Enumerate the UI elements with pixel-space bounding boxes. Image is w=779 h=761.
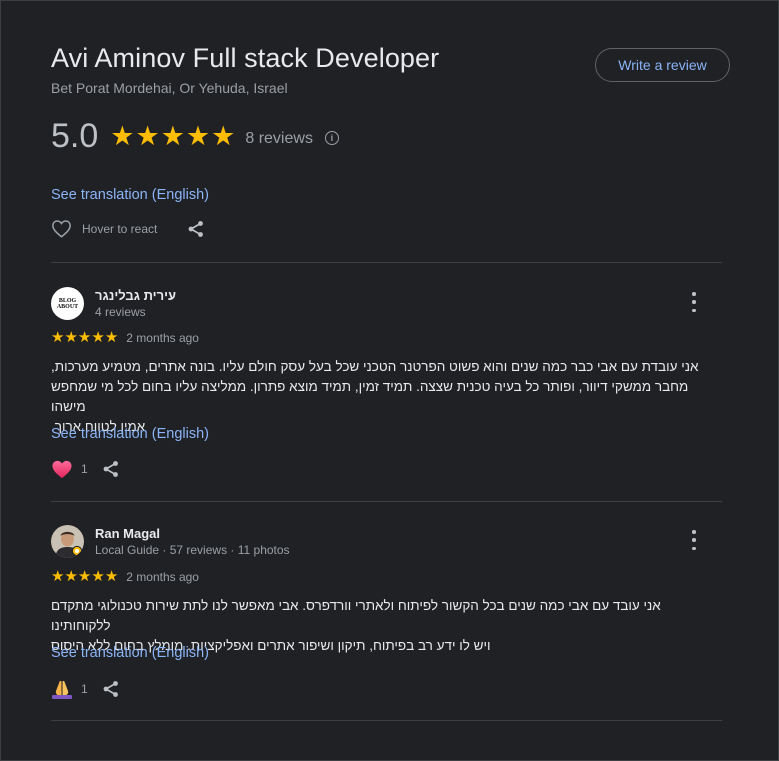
react-row: Hover to react — [51, 219, 205, 238]
divider — [51, 262, 722, 263]
average-rating: 5.0 — [51, 117, 99, 155]
reaction-count: 1 — [81, 682, 88, 696]
review-time: 2 months ago — [126, 569, 199, 584]
divider — [51, 720, 722, 721]
star-icon: ★ — [104, 568, 119, 585]
star-icon: ★ — [185, 121, 211, 151]
reaction-count: 1 — [81, 462, 88, 476]
star-icon: ★ — [77, 329, 92, 346]
more-options-icon[interactable] — [686, 530, 702, 550]
avatar[interactable] — [51, 525, 84, 558]
star-icon: ★ — [77, 568, 92, 585]
share-icon[interactable] — [102, 460, 120, 478]
star-icon: ★ — [135, 121, 160, 151]
reviewer-name[interactable]: עירית גבלינגר — [95, 288, 176, 303]
review-panel: Avi Aminov Full stack Developer Bet Pora… — [0, 0, 779, 761]
star-icon: ★ — [51, 329, 65, 346]
star-icon: ★ — [91, 568, 105, 585]
share-icon[interactable] — [187, 220, 205, 238]
reviewer-name[interactable]: Ran Magal — [95, 526, 160, 541]
reaction-row: 1 — [51, 678, 120, 700]
see-translation-link[interactable]: See translation (English) — [51, 426, 209, 442]
reviewer-meta: Local Guide · 57 reviews · 11 photos — [95, 543, 290, 557]
heart-emoji-icon[interactable] — [51, 459, 73, 479]
praying-hands-emoji-icon[interactable] — [51, 678, 73, 700]
star-icon: ★ — [51, 568, 65, 585]
star-icon: ★ — [160, 121, 185, 151]
share-icon[interactable] — [102, 680, 120, 698]
star-icon: ★ — [91, 329, 105, 346]
review-card: Ran Magal Local Guide · 57 reviews · 11 … — [51, 525, 722, 705]
star-icon: ★ — [104, 329, 119, 346]
more-options-icon[interactable] — [686, 292, 702, 312]
reviewer-meta: 4 reviews — [95, 305, 146, 319]
place-title: Avi Aminov Full stack Developer — [51, 43, 440, 73]
place-address: Bet Porat Mordehai, Or Yehuda, Israel — [51, 80, 288, 96]
review-card: BLOG ABOUT עירית גבלינגר 4 reviews ★ ★ ★… — [51, 287, 722, 487]
review-rating: ★ ★ ★ ★ ★ 2 months ago — [51, 569, 199, 584]
star-icon: ★ — [110, 121, 135, 151]
review-text-line: מחבר ממשקי דיוור, ופותר כל בעיה טכנית שצ… — [51, 379, 689, 414]
avatar-text: ABOUT — [56, 303, 79, 310]
review-text: אני עובדת עם אבי כבר כמה שנים והוא פשוט … — [51, 357, 702, 437]
star-icon: ★ — [64, 329, 78, 346]
star-icon: ★ — [64, 568, 78, 585]
hover-to-react-label: Hover to react — [82, 221, 158, 236]
review-time: 2 months ago — [126, 330, 199, 345]
divider — [51, 501, 722, 502]
heart-icon[interactable] — [51, 219, 72, 238]
review-count: 8 reviews — [245, 129, 313, 147]
rating-stars: ★ ★ ★ ★ ★ — [110, 123, 235, 150]
see-translation-link[interactable]: See translation (English) — [51, 645, 209, 661]
review-rating: ★ ★ ★ ★ ★ 2 months ago — [51, 330, 199, 345]
write-review-button[interactable]: Write a review — [595, 48, 730, 82]
info-icon[interactable]: i — [324, 130, 339, 145]
avatar[interactable]: BLOG ABOUT — [51, 287, 84, 320]
rating-summary: 5.0 ★ ★ ★ ★ ★ 8 reviews i — [51, 117, 339, 156]
see-translation-link[interactable]: See translation (English) — [51, 187, 209, 203]
review-text-line: אני עובדת עם אבי כבר כמה שנים והוא פשוט … — [51, 359, 699, 374]
reaction-row: 1 — [51, 459, 120, 479]
star-icon: ★ — [211, 121, 236, 151]
review-text-line: אני עובד עם אבי כמה שנים בכל הקשור לפיתו… — [51, 598, 661, 633]
